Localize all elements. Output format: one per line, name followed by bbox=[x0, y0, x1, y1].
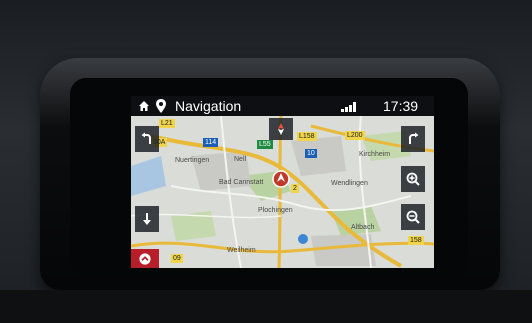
place-label: Altbach bbox=[351, 224, 375, 231]
place-label: Bad Cannstatt bbox=[219, 179, 264, 186]
road-label: L158 bbox=[297, 132, 317, 141]
place-label: Wendlingen bbox=[331, 180, 368, 187]
status-bar: Navigation 17:39 bbox=[131, 96, 434, 116]
place-label: Nuertingen bbox=[175, 157, 210, 164]
turn-left-arrow-icon bbox=[141, 132, 151, 144]
place-label: Weilheim bbox=[227, 247, 256, 254]
place-label: Kirchheim bbox=[359, 151, 391, 158]
poi-icon bbox=[298, 234, 308, 244]
car-infotainment-photo: L21 30A 114 L55 L158 L200 10 2 158 09 Nu… bbox=[0, 0, 532, 323]
place-label: Plochingen bbox=[258, 207, 293, 214]
road-label: L55 bbox=[257, 140, 273, 149]
road-label: 158 bbox=[408, 236, 424, 245]
zoom-out-button[interactable] bbox=[401, 204, 425, 230]
chevron-up-icon bbox=[139, 252, 151, 265]
turn-right-button[interactable] bbox=[401, 126, 425, 152]
turn-right-arrow-icon bbox=[409, 132, 419, 144]
scroll-down-button[interactable] bbox=[135, 206, 159, 232]
zoom-in-button[interactable] bbox=[401, 166, 425, 192]
navigation-screen: L21 30A 114 L55 L158 L200 10 2 158 09 Nu… bbox=[131, 96, 434, 268]
road-label: 114 bbox=[203, 138, 219, 147]
clock: 17:39 bbox=[383, 98, 419, 114]
compass-button[interactable] bbox=[269, 118, 293, 140]
road-label: 09 bbox=[171, 254, 183, 263]
zoom-in-icon bbox=[406, 172, 420, 186]
dashboard-lower bbox=[0, 290, 532, 323]
signal-icon bbox=[341, 102, 356, 112]
road-label: L21 bbox=[159, 119, 175, 128]
down-arrow-icon bbox=[143, 213, 151, 225]
home-icon[interactable] bbox=[138, 100, 150, 112]
navigation-icon bbox=[156, 99, 166, 113]
page-title: Navigation bbox=[175, 98, 242, 114]
road-label: 2 bbox=[291, 184, 299, 193]
road-label: 10 bbox=[305, 149, 317, 158]
turn-left-button[interactable] bbox=[135, 126, 159, 152]
road-label: L200 bbox=[345, 131, 365, 140]
collapse-menu-button[interactable] bbox=[131, 249, 159, 268]
compass-icon bbox=[278, 123, 284, 135]
zoom-out-icon bbox=[406, 210, 420, 224]
place-label: Nell bbox=[234, 156, 247, 163]
